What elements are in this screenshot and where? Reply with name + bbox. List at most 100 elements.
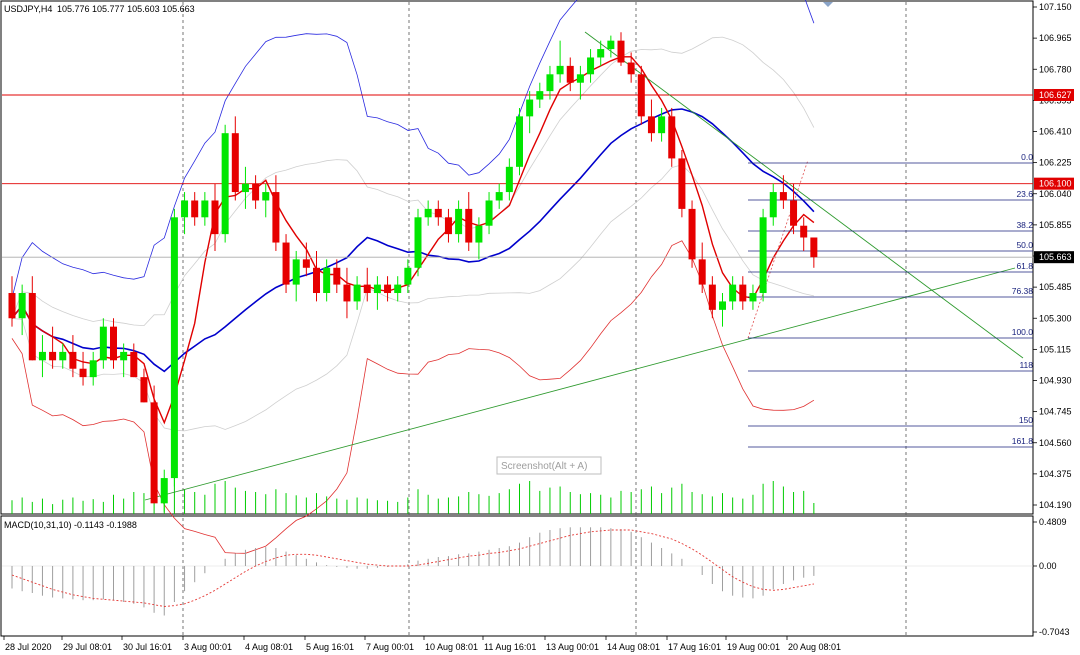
price-tick-label: 104.190 bbox=[1039, 500, 1072, 510]
price-tick-label: 105.485 bbox=[1039, 282, 1072, 292]
price-tick-label: 106.780 bbox=[1039, 64, 1072, 74]
candle-body bbox=[434, 208, 442, 218]
current-price-tag-text: 105.663 bbox=[1039, 252, 1072, 262]
price-level-tag-text-0: 106.627 bbox=[1039, 90, 1072, 100]
candle-body bbox=[49, 351, 57, 361]
candle-body bbox=[394, 284, 402, 294]
candle-body bbox=[668, 116, 676, 159]
candle-body bbox=[373, 284, 381, 294]
candle-body bbox=[99, 326, 107, 361]
price-tick-label: 105.300 bbox=[1039, 313, 1072, 323]
candle-body bbox=[698, 259, 706, 285]
candle-body bbox=[150, 402, 158, 504]
chart-ohlc-readout: 105.776 105.777 105.603 105.663 bbox=[57, 4, 195, 14]
candle-body bbox=[769, 192, 777, 218]
time-tick-label: 7 Aug 00:01 bbox=[366, 642, 414, 652]
candle-body bbox=[566, 65, 574, 83]
candle-body bbox=[749, 293, 757, 302]
fib-level-label-7: 118 bbox=[1019, 360, 1033, 370]
time-tick-label: 10 Aug 08:01 bbox=[425, 642, 478, 652]
candle-body bbox=[658, 116, 666, 134]
candle-body bbox=[211, 200, 219, 235]
fib-level-label-4: 61.8 bbox=[1016, 261, 1033, 271]
candle-body bbox=[120, 351, 128, 361]
price-tick-label: 104.930 bbox=[1039, 376, 1072, 386]
candle-body bbox=[546, 74, 554, 92]
candle-body bbox=[241, 183, 249, 193]
candle-body bbox=[455, 208, 463, 235]
candle-body bbox=[89, 360, 97, 378]
candle-body bbox=[759, 217, 767, 294]
candle-body bbox=[221, 133, 229, 235]
candle-body bbox=[181, 200, 189, 218]
time-tick-label: 3 Aug 00:01 bbox=[184, 642, 232, 652]
candle-body bbox=[170, 217, 178, 479]
time-tick-label: 17 Aug 16:01 bbox=[668, 642, 721, 652]
candle-body bbox=[495, 192, 503, 201]
candle-body bbox=[647, 116, 655, 134]
candle-body bbox=[323, 267, 331, 294]
candle-body bbox=[252, 183, 260, 201]
fib-level-label-1: 23.6 bbox=[1016, 189, 1033, 199]
candle-body bbox=[597, 49, 605, 58]
time-tick-label: 5 Aug 16:01 bbox=[306, 642, 354, 652]
candle-body bbox=[708, 284, 716, 310]
candle-body bbox=[627, 62, 635, 75]
price-tick-label: 106.965 bbox=[1039, 33, 1072, 43]
candle-body bbox=[201, 200, 209, 218]
fib-level-label-0: 0.0 bbox=[1021, 152, 1033, 162]
fib-level-label-3: 50.0 bbox=[1016, 240, 1033, 250]
price-tick-label: 104.745 bbox=[1039, 407, 1072, 417]
candle-body bbox=[475, 225, 483, 243]
watermark-text: Screenshot(Alt + A) bbox=[501, 461, 587, 472]
time-tick-label: 19 Aug 00:01 bbox=[727, 642, 780, 652]
time-tick-label: 14 Aug 08:01 bbox=[607, 642, 660, 652]
fib-level-label-9: 161.8 bbox=[1012, 436, 1034, 446]
candle-body bbox=[160, 478, 168, 504]
candle-body bbox=[779, 192, 787, 201]
candle-body bbox=[526, 99, 534, 117]
screenshot-watermark: Screenshot(Alt + A) bbox=[496, 456, 602, 475]
candle-body bbox=[678, 158, 686, 209]
candle-body bbox=[282, 242, 290, 285]
price-tick-label: 106.410 bbox=[1039, 127, 1072, 137]
chart-symbol-title: USDJPY,H4 bbox=[4, 4, 52, 14]
candle-body bbox=[333, 267, 341, 285]
candle-body bbox=[688, 208, 696, 260]
candle-body bbox=[140, 377, 148, 403]
price-tick-label: 104.560 bbox=[1039, 438, 1072, 448]
candle-body bbox=[69, 351, 77, 369]
candle-body bbox=[8, 293, 16, 319]
candle-body bbox=[28, 293, 36, 361]
candle-body bbox=[444, 217, 452, 235]
candle-body bbox=[505, 166, 513, 193]
candle-body bbox=[424, 208, 432, 218]
candle-body bbox=[790, 200, 798, 226]
candle-body bbox=[79, 368, 87, 378]
fib-level-label-5: 76.38 bbox=[1012, 286, 1034, 296]
fib-level-label-8: 150 bbox=[1019, 415, 1033, 425]
time-tick-label: 29 Jul 08:01 bbox=[63, 642, 112, 652]
candle-body bbox=[302, 259, 310, 268]
time-tick-label: 20 Aug 08:01 bbox=[788, 642, 841, 652]
macd-title: MACD(10,31,10) -0.1143 -0.1988 bbox=[4, 520, 137, 530]
candle-body bbox=[353, 284, 361, 302]
candle-body bbox=[18, 293, 26, 319]
macd-tick-label: 0.4809 bbox=[1039, 517, 1067, 527]
time-tick-label: 13 Aug 00:01 bbox=[546, 642, 599, 652]
candle-body bbox=[110, 326, 117, 361]
price-tick-label: 106.225 bbox=[1039, 158, 1072, 168]
fib-level-label-2: 38.2 bbox=[1016, 220, 1033, 230]
price-tick-label: 104.375 bbox=[1039, 469, 1072, 479]
candle-body bbox=[800, 225, 808, 238]
candle-body bbox=[485, 200, 493, 226]
candle-body bbox=[313, 267, 320, 294]
trading-chart[interactable]: 0.0 23.6 38.2 50.0 61.8 76.38 100.0 118 150 161.8… bbox=[0, 0, 1080, 655]
candle-body bbox=[587, 57, 595, 75]
candle-body bbox=[719, 301, 726, 310]
price-level-tag-text-1: 106.100 bbox=[1039, 179, 1072, 189]
candle-body bbox=[556, 65, 564, 75]
fib-level-label-6: 100.0 bbox=[1012, 327, 1034, 337]
candle-body bbox=[363, 284, 371, 294]
macd-tick-label: 0.00 bbox=[1039, 561, 1057, 571]
